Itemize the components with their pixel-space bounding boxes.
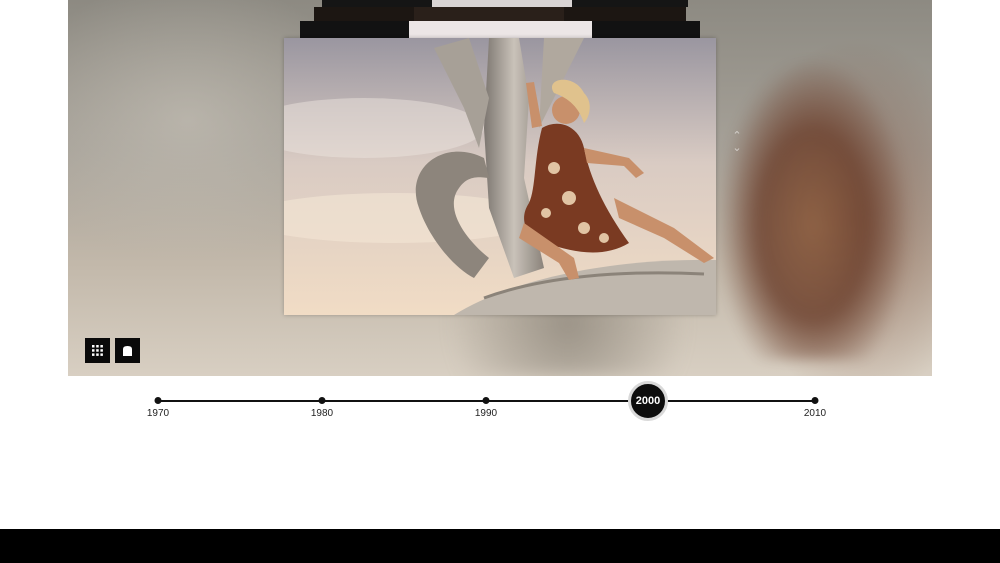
stacked-card-front[interactable] xyxy=(300,21,700,38)
chevron-up-icon[interactable]: ⌃ xyxy=(730,130,744,142)
main-photo-image xyxy=(284,38,716,315)
timeline-label-2010[interactable]: 2010 xyxy=(804,408,826,419)
grid-view-button[interactable] xyxy=(85,338,110,363)
timeline-dot-1990[interactable] xyxy=(482,397,490,404)
single-view-button[interactable] xyxy=(115,338,140,363)
stacked-card-back[interactable] xyxy=(322,0,688,7)
timeline-active-year[interactable]: 2000 xyxy=(628,381,668,421)
timeline-label-1980[interactable]: 1980 xyxy=(311,408,333,419)
timeline-label-1990[interactable]: 1990 xyxy=(475,408,497,419)
background-blur-figure xyxy=(718,60,908,360)
main-photo[interactable] xyxy=(284,38,716,315)
year-timeline: 1970 1980 1990 2000 2010 xyxy=(0,376,1000,529)
stacked-card-middle[interactable] xyxy=(314,7,686,21)
chevron-down-icon[interactable]: ⌄ xyxy=(730,142,744,154)
single-view-icon xyxy=(123,345,132,356)
timeline-label-1970[interactable]: 1970 xyxy=(147,408,169,419)
grid-view-icon xyxy=(92,345,103,356)
footer-bar xyxy=(0,529,1000,563)
timeline-dot-1970[interactable] xyxy=(154,397,162,404)
gallery-nav-arrows: ⌃ ⌄ xyxy=(730,130,744,160)
timeline-dot-2010[interactable] xyxy=(811,397,819,404)
timeline-dot-1980[interactable] xyxy=(318,397,326,404)
